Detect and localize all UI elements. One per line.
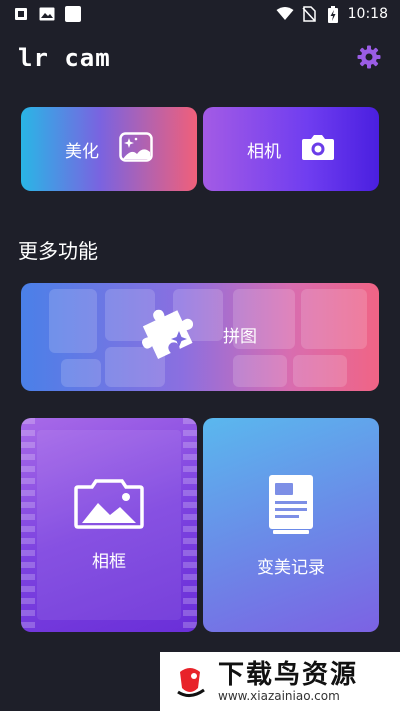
status-bar: 10:18	[0, 0, 400, 28]
gear-icon[interactable]	[356, 44, 382, 70]
film-strip-left	[21, 418, 35, 632]
collage-photo-tile	[61, 359, 101, 387]
collage-label: 拼图	[223, 326, 257, 347]
beauty-record-label: 变美记录	[257, 557, 325, 578]
no-sim-icon	[300, 5, 318, 23]
beautify-label: 美化	[65, 141, 99, 162]
document-icon	[267, 473, 315, 539]
collage-photo-tile	[301, 289, 367, 349]
landscape-frame-icon	[74, 478, 144, 533]
clock: 10:18	[347, 6, 388, 22]
film-strip-right	[183, 418, 197, 632]
watermark-text: 下载鸟资源 www.xiazainiao.com	[218, 661, 358, 703]
collage-content: 拼图	[139, 301, 257, 367]
notification-icons	[12, 5, 82, 23]
frame-label: 相框	[92, 551, 126, 572]
frame-button[interactable]: 相框	[21, 418, 197, 632]
watermark-brand: 下载鸟资源	[218, 659, 359, 690]
wifi-icon	[276, 5, 294, 23]
camera-icon	[301, 133, 335, 165]
section-title: 更多功能	[18, 239, 98, 263]
app-title: lr cam	[18, 44, 111, 72]
system-status: 10:18	[276, 5, 388, 23]
collage-button[interactable]: 拼图	[21, 283, 379, 391]
beauty-record-button[interactable]: 变美记录	[203, 418, 379, 632]
watermark: 下载鸟资源 www.xiazainiao.com	[160, 652, 400, 711]
blank-notification-icon	[64, 5, 82, 23]
sparkle-image-icon	[119, 132, 153, 166]
camera-label: 相机	[247, 141, 281, 162]
app-notification-icon	[12, 5, 30, 23]
watermark-url: www.xiazainiao.com	[218, 688, 340, 703]
image-notification-icon	[38, 5, 56, 23]
collage-photo-tile	[293, 355, 347, 387]
watermark-logo	[168, 659, 212, 704]
puzzle-icon	[139, 301, 209, 367]
beautify-button[interactable]: 美化	[21, 107, 197, 191]
camera-button[interactable]: 相机	[203, 107, 379, 191]
battery-charging-icon	[324, 5, 342, 23]
collage-photo-tile	[49, 289, 97, 353]
